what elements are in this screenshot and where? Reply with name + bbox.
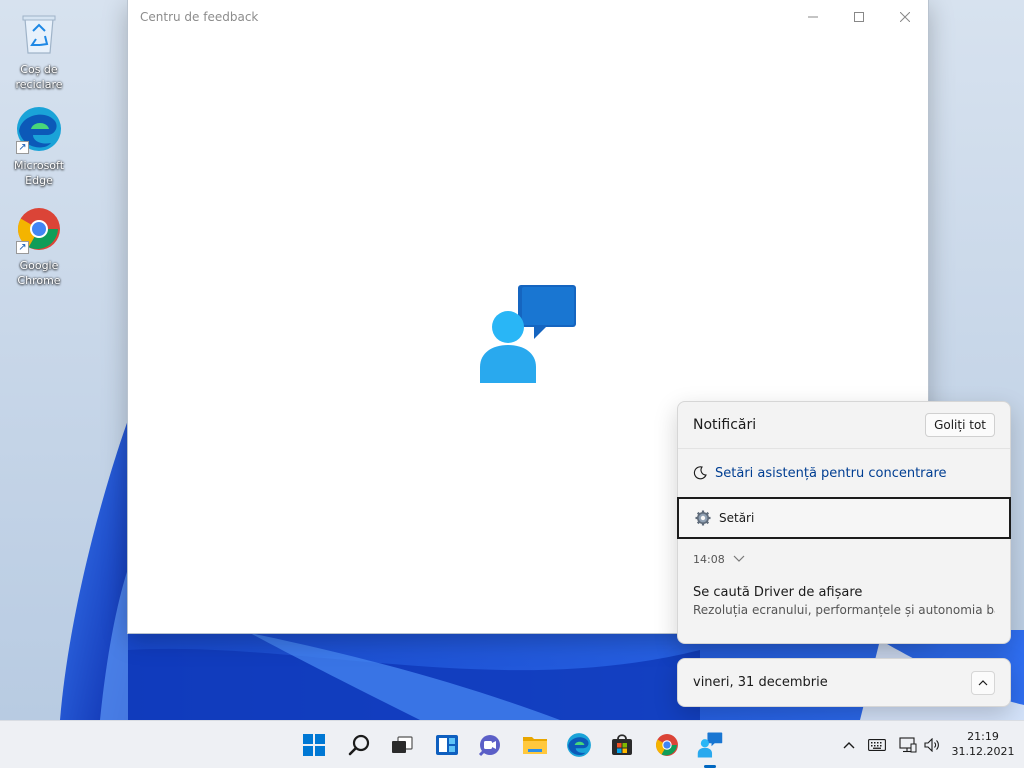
- recycle-bin-icon: [14, 8, 64, 58]
- chat-icon: [478, 735, 500, 757]
- moon-icon: [693, 466, 707, 480]
- notification-time-row[interactable]: 14:08: [678, 539, 1010, 579]
- feedback-hub-taskbar-button[interactable]: [692, 727, 728, 763]
- notification-title: Notificări: [693, 417, 757, 433]
- desktop-icon-chrome[interactable]: ↗ Google Chrome: [6, 204, 72, 288]
- maximize-button[interactable]: [836, 0, 882, 34]
- widgets-button[interactable]: [429, 727, 465, 763]
- maximize-icon: [854, 12, 864, 22]
- desktop-icon-label: Google Chrome: [17, 259, 61, 287]
- notification-card[interactable]: Se caută Driver de afișare Rezoluția ecr…: [678, 579, 1010, 617]
- network-button[interactable]: [896, 733, 920, 757]
- notification-center: Notificări Goliți tot Setări asistență p…: [677, 401, 1011, 644]
- chevron-up-icon: [978, 679, 988, 685]
- keyboard-icon: [868, 739, 886, 751]
- close-button[interactable]: [882, 0, 928, 34]
- calendar-expand-button[interactable]: [971, 670, 995, 695]
- feedback-hub-splash-logo: [478, 283, 578, 389]
- start-button[interactable]: [296, 727, 332, 763]
- show-hidden-icons-button[interactable]: [837, 733, 861, 757]
- task-view-icon: [392, 736, 413, 753]
- clock-date: 31.12.2021: [951, 745, 1015, 758]
- settings-group-label: Setări: [719, 511, 755, 525]
- network-icon: [899, 737, 917, 753]
- search-icon: [348, 734, 370, 756]
- shortcut-arrow-icon: ↗: [16, 141, 29, 154]
- file-explorer-button[interactable]: [517, 727, 553, 763]
- start-icon: [303, 734, 325, 756]
- focus-assist-label: Setări asistență pentru concentrare: [715, 465, 947, 481]
- desktop-icon-label: Microsoft Edge: [13, 159, 65, 187]
- shortcut-arrow-icon: ↗: [16, 241, 29, 254]
- desktop-icon-recycle-bin[interactable]: Coș de reciclare: [6, 8, 72, 92]
- chevron-up-icon: [843, 742, 855, 749]
- minimize-icon: [808, 16, 818, 18]
- store-button[interactable]: [604, 727, 640, 763]
- notification-time: 14:08: [693, 552, 725, 566]
- window-titlebar[interactable]: Centru de feedback: [128, 0, 928, 34]
- chat-button[interactable]: [472, 727, 508, 763]
- clock-time: 21:19: [967, 730, 999, 743]
- minimize-button[interactable]: [790, 0, 836, 34]
- notification-card-title: Se caută Driver de afișare: [693, 585, 863, 600]
- desktop-icon-label: Coș de reciclare: [15, 63, 63, 91]
- speaker-icon: [924, 738, 939, 752]
- clear-all-button[interactable]: Goliți tot: [925, 413, 995, 437]
- chevron-down-icon: [733, 555, 745, 562]
- taskbar: 21:19 31.12.2021: [0, 720, 1024, 768]
- notification-card-body: Rezoluția ecranului, performanțele și au…: [693, 603, 995, 617]
- chrome-icon: ↗: [14, 204, 64, 254]
- close-icon: [900, 12, 910, 22]
- feedback-hub-icon: [697, 732, 723, 758]
- edge-icon: [567, 733, 591, 757]
- focus-assist-settings-link[interactable]: Setări asistență pentru concentrare: [678, 449, 1010, 497]
- calendar-flyout: vineri, 31 decembrie: [677, 658, 1011, 707]
- calendar-date: vineri, 31 decembrie: [693, 675, 828, 690]
- desktop-icon-edge[interactable]: ↗ Microsoft Edge: [6, 104, 72, 188]
- settings-notification-group[interactable]: Setări: [677, 497, 1011, 539]
- store-icon: [612, 734, 632, 755]
- taskbar-clock[interactable]: 21:19 31.12.2021: [950, 729, 1016, 759]
- volume-button[interactable]: [921, 733, 945, 757]
- gear-icon: [695, 510, 711, 526]
- notification-header: Notificări Goliți tot: [678, 402, 1010, 449]
- task-view-button[interactable]: [384, 727, 420, 763]
- edge-taskbar-button[interactable]: [561, 727, 597, 763]
- widgets-icon: [436, 735, 458, 755]
- file-explorer-icon: [523, 737, 547, 754]
- chrome-icon: [656, 734, 678, 756]
- window-title: Centru de feedback: [140, 10, 259, 24]
- chrome-taskbar-button[interactable]: [649, 727, 685, 763]
- search-button[interactable]: [341, 727, 377, 763]
- touch-keyboard-button[interactable]: [865, 733, 889, 757]
- edge-icon: ↗: [14, 104, 64, 154]
